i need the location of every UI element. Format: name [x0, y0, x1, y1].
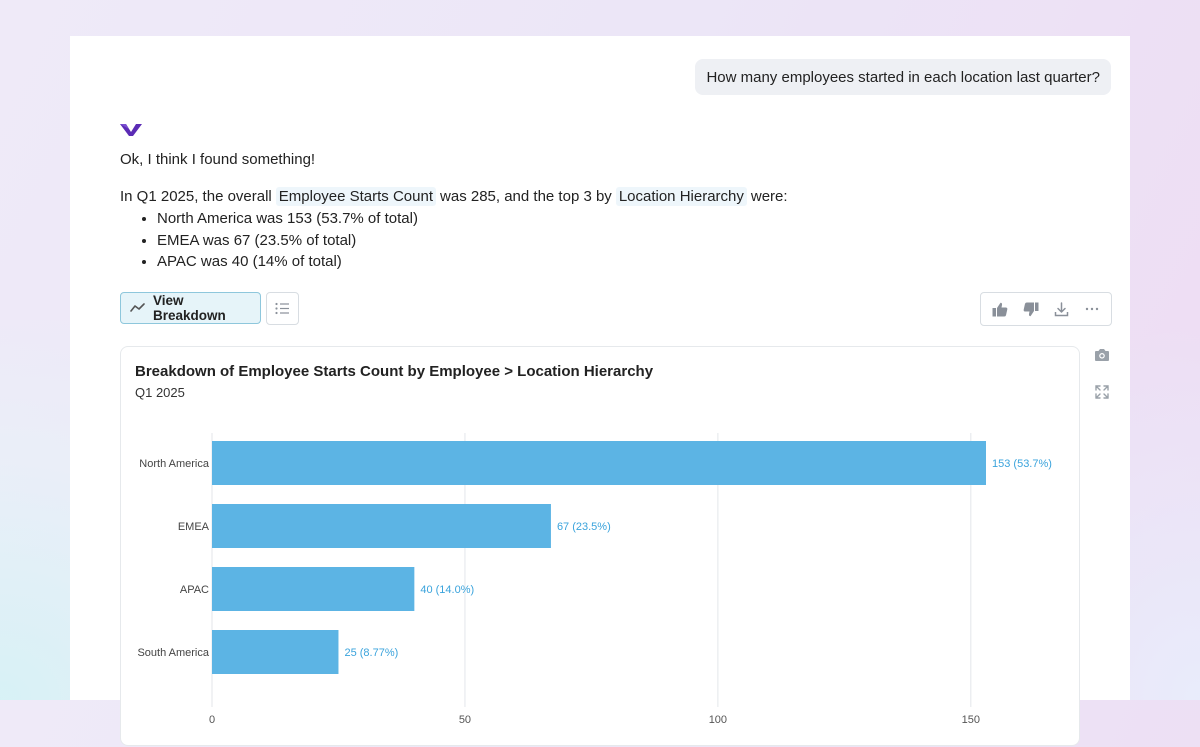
list-item: North America was 153 (53.7% of total) — [157, 208, 418, 230]
download-icon — [1054, 301, 1068, 316]
metric-chip[interactable]: Employee Starts Count — [275, 187, 437, 206]
summary-prefix: In Q1 2025, the overall — [120, 188, 272, 205]
screenshot-button[interactable] — [1094, 348, 1112, 366]
user-message-text: How many employees started in each locat… — [706, 68, 1100, 86]
trend-icon — [130, 303, 145, 312]
bar-chart: 0 50 100 150 North America 153 (53.7%) EMEA 67 … — [137, 433, 1052, 726]
expand-button[interactable] — [1094, 384, 1112, 402]
x-tick-label: 100 — [709, 714, 727, 726]
assistant-intro-text: Ok, I think I found something! — [120, 151, 316, 168]
list-view-button[interactable] — [266, 292, 299, 325]
category-label: APAC — [180, 584, 209, 596]
thumbs-down-button[interactable] — [1019, 297, 1043, 321]
x-tick-label: 150 — [962, 714, 980, 726]
expand-icon — [1095, 385, 1109, 399]
list-item: APAC was 40 (14% of total) — [157, 251, 418, 273]
conversation-panel: How many employees started in each locat… — [70, 36, 1130, 746]
chart-card: Breakdown of Employee Starts Count by Em… — [120, 346, 1080, 746]
bar — [212, 504, 551, 548]
summary-middle: was 285, and the top 3 by — [440, 188, 612, 205]
chart-side-actions — [1094, 348, 1112, 420]
more-icon — [1085, 307, 1098, 311]
view-breakdown-button[interactable]: View Breakdown — [120, 292, 261, 324]
list-item: EMEA was 67 (23.5% of total) — [157, 230, 418, 252]
assistant-logo-icon — [120, 124, 142, 136]
category-label: North America — [139, 458, 210, 470]
user-message-bubble: How many employees started in each locat… — [695, 59, 1111, 95]
response-actions-toolbar — [980, 292, 1112, 326]
download-button[interactable] — [1049, 297, 1073, 321]
list-icon — [275, 302, 289, 315]
category-label: South America — [137, 647, 209, 659]
x-tick-label: 0 — [209, 714, 215, 726]
bar-value-label: 153 (53.7%) — [992, 458, 1052, 470]
view-breakdown-label: View Breakdown — [153, 293, 226, 323]
category-label: EMEA — [178, 521, 210, 533]
bar-value-label: 25 (8.77%) — [344, 647, 398, 659]
x-tick-label: 50 — [459, 714, 471, 726]
dimension-chip[interactable]: Location Hierarchy — [615, 187, 747, 206]
thumbs-up-icon — [992, 302, 1008, 316]
camera-icon — [1095, 349, 1109, 361]
thumbs-down-icon — [1023, 302, 1039, 316]
bar-value-label: 67 (23.5%) — [557, 521, 611, 533]
bar — [212, 441, 986, 485]
assistant-summary: In Q1 2025, the overall Employee Starts … — [120, 187, 788, 206]
summary-bullet-list: North America was 153 (53.7% of total) E… — [140, 208, 418, 273]
bar — [212, 630, 339, 674]
bar-value-label: 40 (14.0%) — [420, 584, 474, 596]
more-options-button[interactable] — [1080, 297, 1104, 321]
bar — [212, 567, 415, 611]
summary-suffix: were: — [750, 188, 788, 205]
thumbs-up-button[interactable] — [988, 297, 1012, 321]
